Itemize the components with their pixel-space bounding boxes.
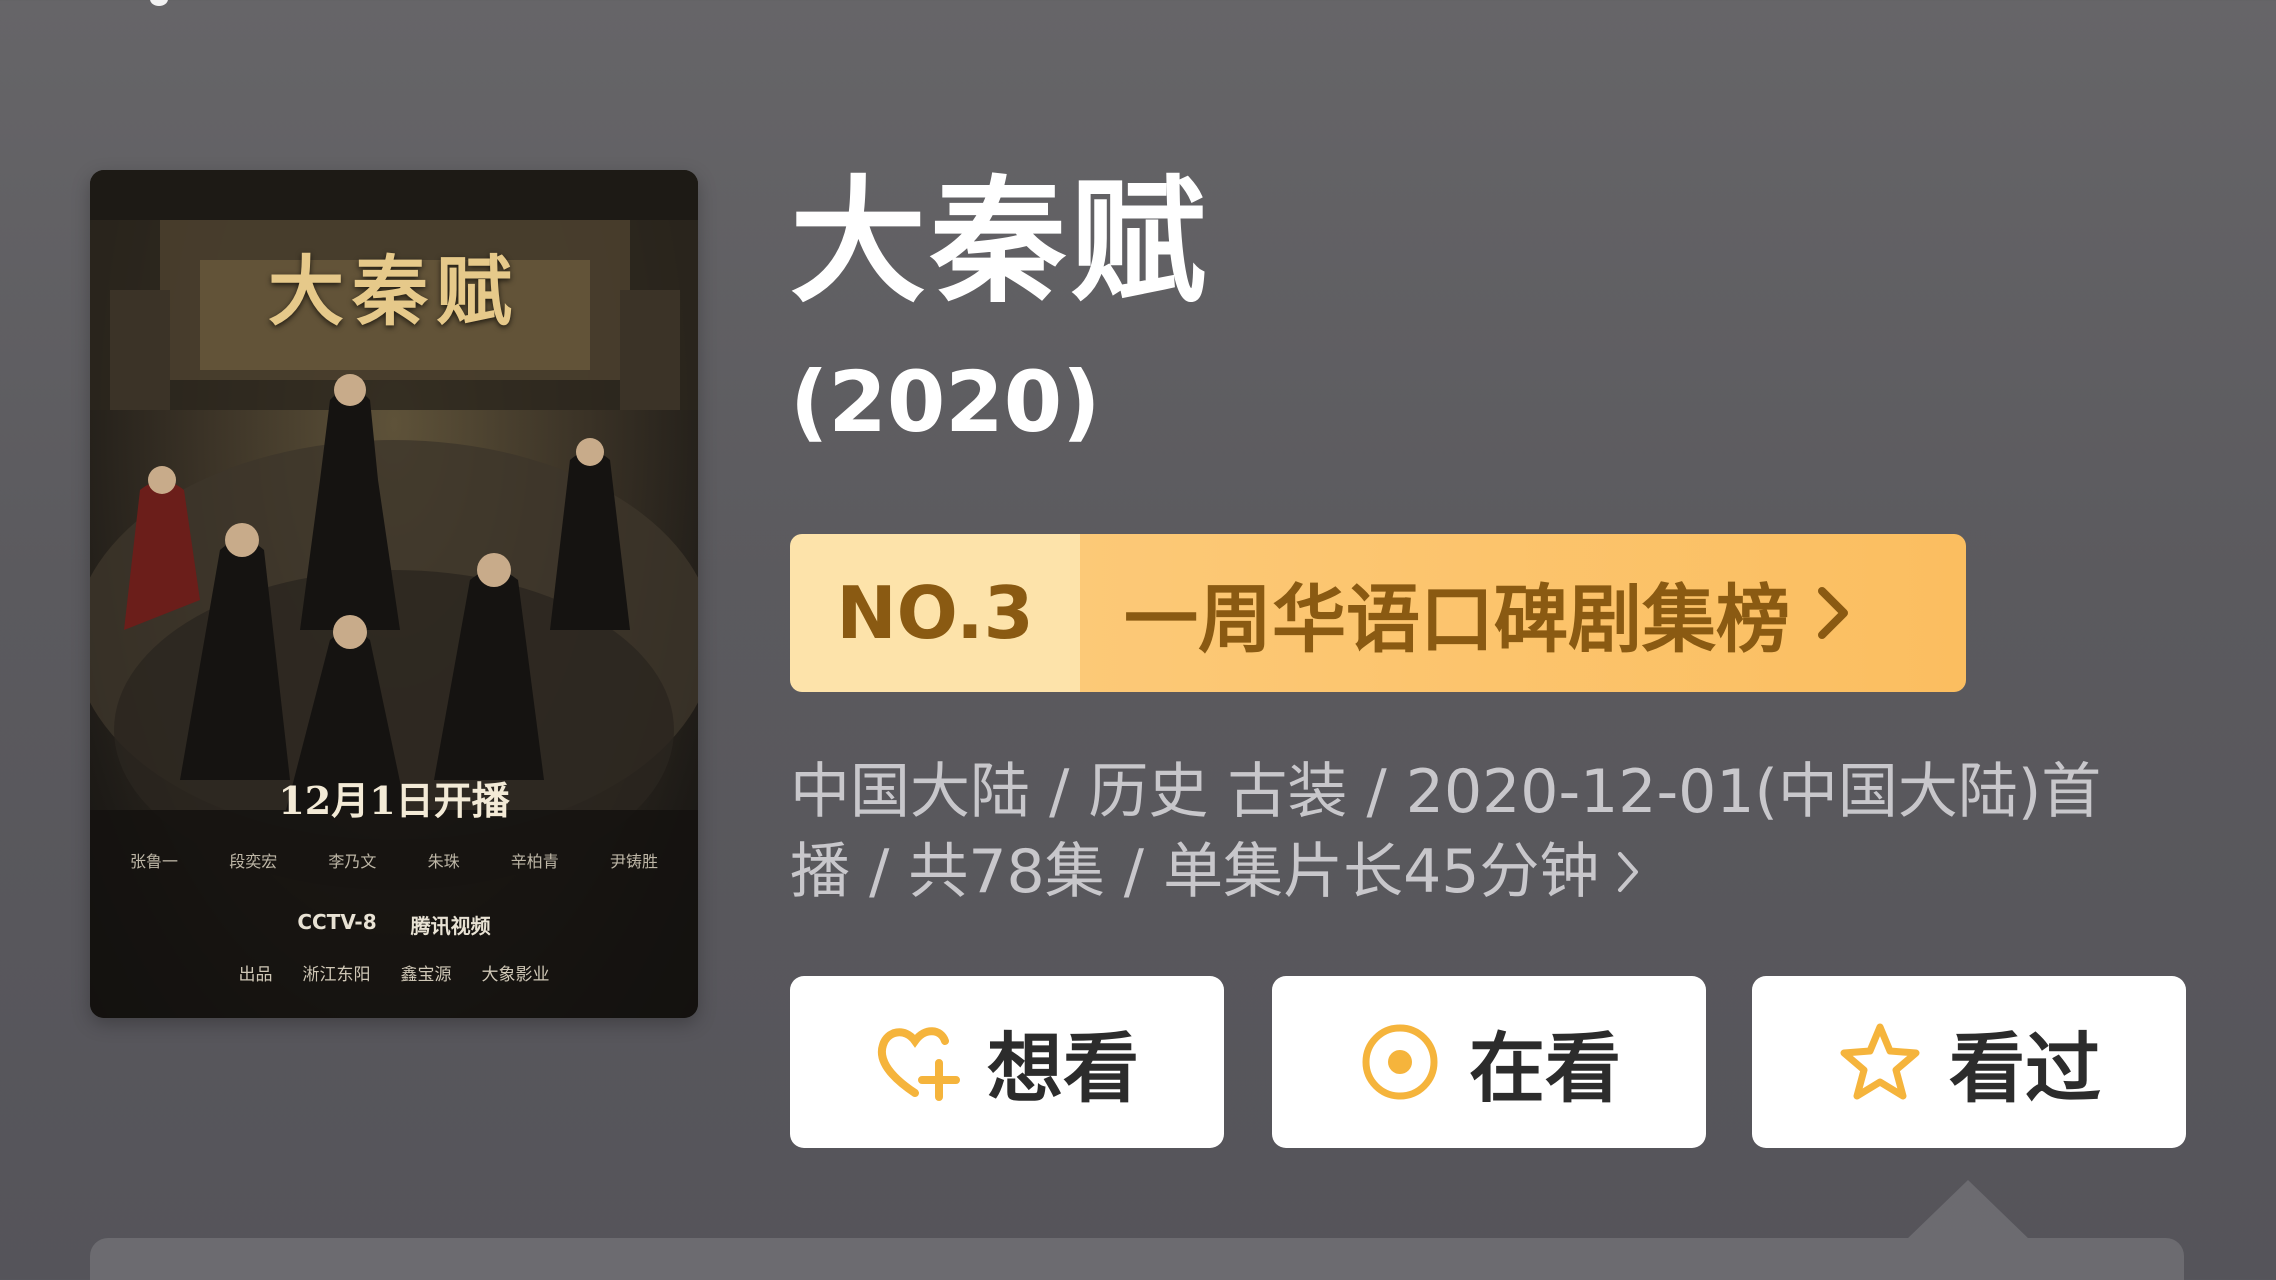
poster-credit: 辛柏青 bbox=[510, 852, 559, 871]
tencent-video-logo: 腾讯视频 bbox=[410, 914, 491, 938]
rank-list: 一周华语口碑剧集榜 bbox=[1080, 534, 1966, 692]
poster-credits: 张鲁一 段奕宏 李乃文 朱珠 辛柏青 尹铸胜 bbox=[130, 848, 658, 872]
chevron-right-icon bbox=[1615, 835, 1641, 915]
producer-logo: 淅江东阳 bbox=[302, 965, 371, 985]
bottom-panel bbox=[90, 1238, 2184, 1280]
producer-logo: 出品 bbox=[238, 965, 273, 985]
poster-credit: 段奕宏 bbox=[229, 852, 278, 871]
poster-logos: CCTV-8 腾讯视频 bbox=[90, 910, 698, 939]
ranking-banner[interactable]: NO.3 一周华语口碑剧集榜 bbox=[790, 534, 1966, 692]
poster-air-date: 12月1日开播 bbox=[278, 778, 510, 823]
chevron-right-icon bbox=[1816, 585, 1850, 641]
meta-info[interactable]: 中国大陆 / 历史 古装 / 2020-12-01(中国大陆)首播 / 共78集… bbox=[790, 752, 2130, 915]
target-dot-icon bbox=[1357, 1019, 1443, 1105]
cctv-logo: CCTV-8 bbox=[297, 910, 377, 934]
poster-credit: 尹铸胜 bbox=[609, 852, 658, 871]
release-year: (2020) bbox=[790, 353, 1101, 451]
poster-image[interactable]: 大秦赋 12月1日开播 张鲁一 段奕宏 李乃文 朱珠 辛柏青 尹铸胜 CCTV-… bbox=[90, 170, 698, 1018]
star-icon bbox=[1837, 1019, 1923, 1105]
page-title: 大秦赋 bbox=[790, 164, 1210, 322]
want-to-watch-label: 想看 bbox=[987, 1024, 1139, 1113]
poster-credit: 李乃文 bbox=[328, 852, 377, 871]
poster-title: 大秦赋 bbox=[268, 247, 520, 336]
rank-number: NO.3 bbox=[790, 534, 1080, 692]
watching-button[interactable]: 在看 bbox=[1272, 976, 1706, 1148]
rank-list-name: 一周华语口碑剧集榜 bbox=[1124, 576, 1790, 663]
panel-pointer bbox=[1906, 1180, 2030, 1240]
poster-producer-logos: 出品 淅江东阳 鑫宝源 大象影业 bbox=[90, 960, 698, 985]
watched-label: 看过 bbox=[1949, 1024, 2101, 1113]
producer-logo: 鑫宝源 bbox=[400, 965, 452, 985]
poster-credit: 朱珠 bbox=[427, 852, 460, 871]
meta-text: 中国大陆 / 历史 古装 / 2020-12-01(中国大陆)首播 / 共78集… bbox=[790, 757, 2102, 907]
want-to-watch-button[interactable]: 想看 bbox=[790, 976, 1224, 1148]
watched-button[interactable]: 看过 bbox=[1752, 976, 2186, 1148]
producer-logo: 大象影业 bbox=[481, 965, 550, 985]
watching-label: 在看 bbox=[1469, 1024, 1621, 1113]
heart-plus-icon bbox=[875, 1019, 961, 1105]
poster-credit: 张鲁一 bbox=[130, 852, 179, 871]
status-dot bbox=[150, 0, 168, 6]
